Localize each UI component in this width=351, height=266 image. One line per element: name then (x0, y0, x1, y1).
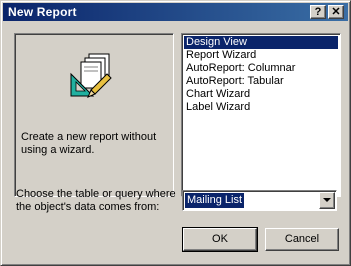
ok-button[interactable]: OK (182, 227, 258, 252)
preview-panel: Create a new report without using a wiza… (14, 33, 174, 197)
list-item-chart-wizard[interactable]: Chart Wizard (184, 88, 338, 101)
combo-dropdown-button[interactable] (319, 192, 335, 209)
list-item-autoreport-tabular[interactable]: AutoReport: Tabular (184, 75, 338, 88)
preview-description: Create a new report without using a wiza… (21, 131, 157, 156)
report-type-list[interactable]: Design View Report Wizard AutoReport: Co… (181, 33, 341, 197)
source-label: Choose the table or query where the obje… (16, 188, 176, 213)
title-bar[interactable]: New Report ? ✕ (3, 3, 348, 21)
new-report-dialog: New Report ? ✕ Create a new report witho… (0, 0, 351, 266)
report-design-icon (70, 53, 112, 98)
source-combo-value[interactable]: Mailing List (185, 193, 245, 208)
cancel-button[interactable]: Cancel (265, 228, 339, 251)
list-item-autoreport-columnar[interactable]: AutoReport: Columnar (184, 62, 338, 75)
chevron-down-icon (323, 198, 331, 202)
list-item-design-view[interactable]: Design View (184, 36, 338, 49)
list-item-report-wizard[interactable]: Report Wizard (184, 49, 338, 62)
close-button[interactable]: ✕ (328, 5, 344, 19)
source-combo[interactable]: Mailing List (182, 190, 337, 211)
help-button[interactable]: ? (310, 5, 326, 19)
list-item-label-wizard[interactable]: Label Wizard (184, 101, 338, 114)
window-title: New Report (8, 5, 77, 19)
